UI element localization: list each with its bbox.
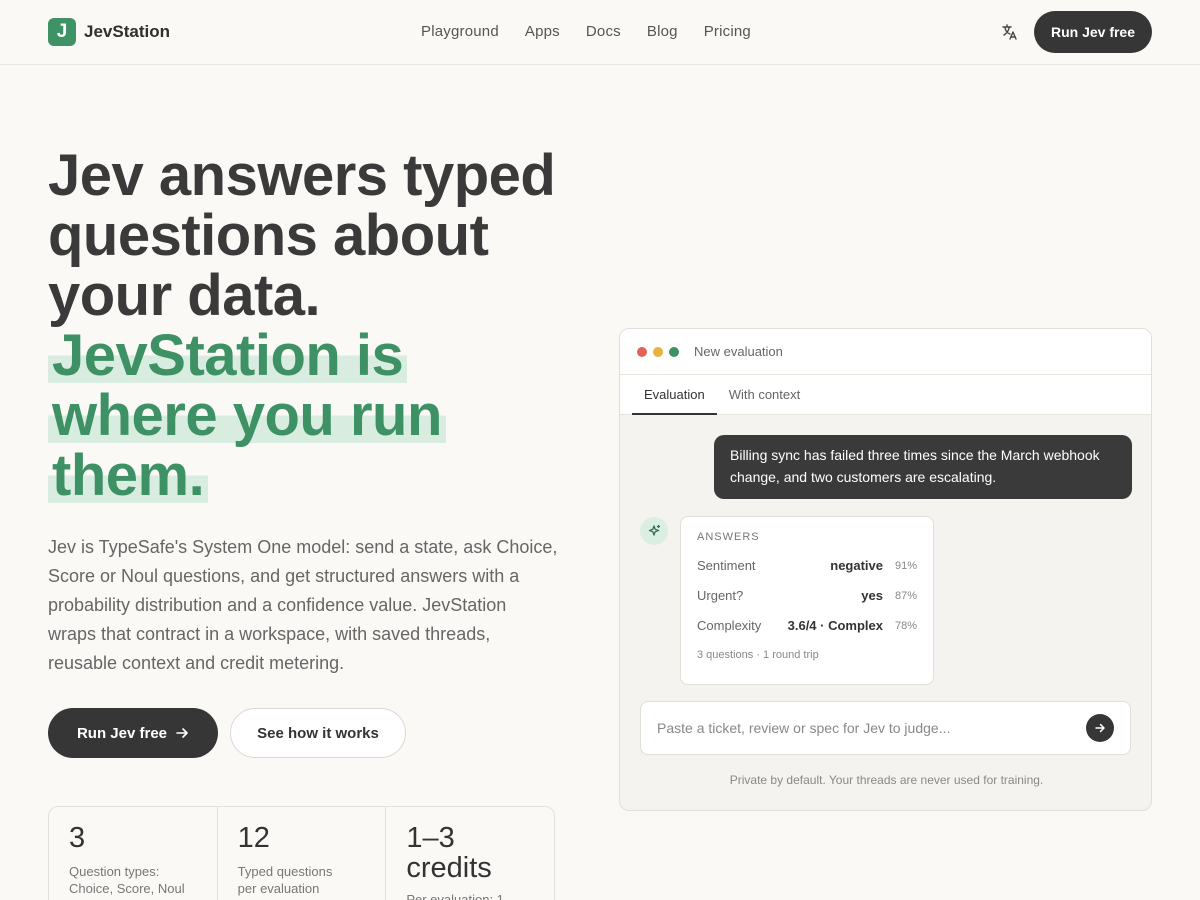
- stat-label-line: Question types:: [69, 864, 160, 879]
- stat-label: Per evaluation: 1: [406, 891, 534, 900]
- stat-label: Question types: Choice, Score, Noul: [69, 863, 197, 897]
- run-jev-free-label: Run Jev free: [76, 724, 168, 742]
- answer-label: Urgent?: [697, 588, 744, 603]
- sparkle-icon: [640, 517, 668, 545]
- stat-value: 1–3 credits: [406, 822, 492, 884]
- stat-label-line: Per evaluation: 1: [406, 892, 504, 900]
- stat-question-types: 3 Question types: Choice, Score, Noul: [49, 807, 218, 900]
- answer-label: Sentiment: [697, 558, 756, 573]
- arrow-right-icon: [176, 728, 188, 738]
- answers-heading: ANSWERS: [697, 531, 760, 543]
- stat-credits: 1–3 credits Per evaluation: 1: [386, 807, 554, 900]
- hero-title-line-2: questions about: [48, 203, 489, 268]
- answers-footer: 3 questions · 1 round trip: [697, 649, 819, 661]
- panel-header: New evaluation: [620, 329, 1151, 375]
- answer-confidence: 78%: [894, 619, 917, 632]
- user-message: Billing sync has failed three times sinc…: [714, 435, 1132, 499]
- hero-accent-line-3: them.: [48, 443, 209, 508]
- answer-value: 3.6/4 · Complex: [787, 618, 883, 633]
- privacy-note: Private by default. Your threads are nev…: [729, 773, 1044, 787]
- message-input-box: [640, 701, 1131, 755]
- evaluation-panel: New evaluation Evaluation With context B…: [619, 328, 1152, 811]
- hero-accent-line-2: where you run: [48, 383, 446, 448]
- see-how-it-works-button[interactable]: See how it works: [230, 708, 406, 758]
- nav-run-jev-button[interactable]: Run Jev free: [1034, 11, 1152, 53]
- nav-link-blog[interactable]: Blog: [647, 23, 678, 40]
- message-input[interactable]: [657, 720, 1077, 736]
- brand-name: JevStation: [84, 22, 170, 41]
- answer-confidence: 91%: [894, 559, 917, 572]
- hero-title: Jev answers typed questions about your d…: [48, 143, 568, 508]
- window-dot-green: [669, 346, 679, 357]
- run-jev-free-button[interactable]: Run Jev free: [48, 708, 218, 758]
- nav-link-playground[interactable]: Playground: [421, 23, 499, 40]
- stats-strip: 3 Question types: Choice, Score, Noul 12…: [48, 806, 555, 900]
- hero-accent-line-1: JevStation is: [48, 323, 408, 388]
- stat-label: Typed questions per evaluation: [238, 863, 366, 897]
- tab-with-context[interactable]: With context: [717, 375, 813, 415]
- nav-link-apps[interactable]: Apps: [525, 23, 560, 40]
- panel-tabs: Evaluation With context: [620, 375, 1151, 415]
- nav-link-docs[interactable]: Docs: [586, 23, 621, 40]
- answers-card: ANSWERS Sentiment negative 91% Urgent? y…: [680, 516, 934, 685]
- nav-links: Playground Apps Docs Blog Pricing: [421, 23, 751, 40]
- stat-label-line: per evaluation: [237, 881, 320, 896]
- arrow-right-icon: [1095, 723, 1105, 733]
- stat-value: 12: [237, 822, 270, 854]
- tab-evaluation[interactable]: Evaluation: [632, 375, 717, 415]
- answer-row-sentiment: Sentiment negative 91%: [697, 558, 917, 573]
- brand[interactable]: J JevStation: [48, 18, 170, 46]
- brand-logo: J: [48, 18, 76, 46]
- nav-link-pricing[interactable]: Pricing: [704, 23, 751, 40]
- answer-row-urgent: Urgent? yes 87%: [697, 588, 917, 603]
- answer-confidence: 87%: [894, 589, 917, 602]
- window-dot-red: [637, 346, 647, 357]
- answer-value: negative: [830, 558, 883, 573]
- hero-description: Jev is TypeSafe's System One model: send…: [48, 537, 558, 673]
- stat-label-line: Choice, Score, Noul: [69, 881, 185, 896]
- hero-title-line-3: your data.: [48, 263, 321, 328]
- translate-icon[interactable]: [1000, 22, 1020, 42]
- send-button[interactable]: [1086, 714, 1114, 742]
- panel-title: New evaluation: [694, 344, 783, 359]
- stat-typed-questions: 12 Typed questions per evaluation: [218, 807, 387, 900]
- answer-value: yes: [861, 588, 883, 603]
- answer-row-complexity: Complexity 3.6/4 · Complex 78%: [697, 618, 917, 633]
- answer-label: Complexity: [697, 618, 762, 633]
- hero-title-line-1: Jev answers typed: [48, 143, 556, 208]
- stat-value: 3: [69, 822, 86, 854]
- window-dot-yellow: [653, 346, 663, 357]
- top-nav: J JevStation Playground Apps Docs Blog P…: [0, 0, 1200, 65]
- stat-label-line: Typed questions: [237, 864, 333, 879]
